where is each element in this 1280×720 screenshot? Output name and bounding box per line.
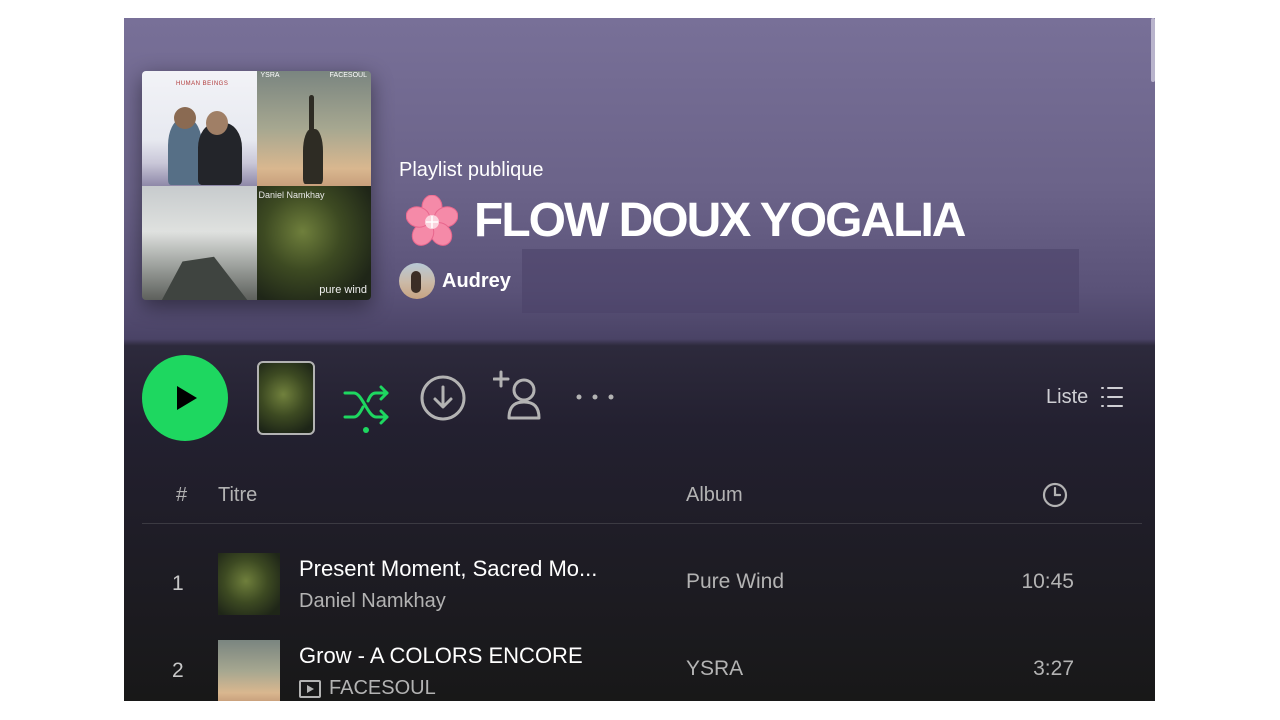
track-thumbnail — [218, 553, 280, 615]
play-button[interactable] — [142, 355, 228, 441]
track-number: 1 — [172, 572, 184, 595]
cover-person-head — [206, 111, 228, 135]
cover-tile-1: HUMAN BEINGS — [142, 71, 257, 186]
cover-tile-2-right-text: FACESOUL — [329, 72, 367, 79]
view-toggle[interactable]: Liste — [1046, 385, 1124, 409]
shuffle-active-dot — [363, 427, 369, 433]
track-thumbnail — [218, 640, 280, 701]
track-duration: 10:45 — [1021, 570, 1074, 593]
header-title[interactable]: Titre — [218, 484, 257, 507]
cover-tile-2: YSRA FACESOUL — [256, 71, 371, 186]
cover-mountain — [160, 256, 250, 300]
header-number: # — [176, 484, 188, 506]
tracklist-header: # Titre Album — [142, 478, 1142, 524]
shuffle-icon — [343, 385, 389, 424]
cover-tile-3 — [142, 185, 257, 300]
cover-tile-4: Daniel Namkhay pure wind — [256, 185, 371, 300]
playlist-title-row: FLOW DOUX YOGALIA — [405, 193, 966, 248]
hero-overlay-panel — [522, 249, 1079, 313]
track-title[interactable]: Present Moment, Sacred Mo... — [299, 556, 597, 582]
clock-icon[interactable] — [1042, 482, 1068, 514]
track-artist[interactable]: Daniel Namkhay — [299, 590, 446, 613]
owner-name[interactable]: Audrey — [442, 270, 511, 293]
play-icon — [177, 386, 197, 410]
playlist-owner[interactable]: Audrey — [399, 263, 511, 299]
cover-person-head — [174, 107, 196, 129]
header-album[interactable]: Album — [686, 484, 743, 507]
cover-tile-2-left-text: YSRA — [260, 72, 280, 79]
cover-figure — [302, 129, 323, 184]
track-album[interactable]: Pure Wind — [686, 570, 784, 594]
playlist-type-label: Playlist publique — [399, 159, 544, 181]
track-artist-name[interactable]: FACESOUL — [329, 677, 436, 700]
cover-figure-arm — [308, 95, 314, 133]
video-icon — [299, 679, 321, 698]
playlist-cover[interactable]: HUMAN BEINGS YSRA FACESOUL Daniel Namkha… — [142, 71, 371, 300]
track-artist-name[interactable]: Daniel Namkhay — [299, 590, 446, 613]
scrollbar-thumb[interactable] — [1151, 18, 1155, 82]
playlist-title: FLOW DOUX YOGALIA — [474, 194, 966, 247]
spotify-playlist-view: HUMAN BEINGS YSRA FACESOUL Daniel Namkha… — [124, 18, 1155, 701]
cover-tile-4-bottom-text: pure wind — [319, 284, 367, 296]
playlist-mini-cover[interactable] — [257, 361, 315, 435]
track-row[interactable]: 2 Grow - A COLORS ENCORE FACESOUL YSRA 3… — [142, 637, 1142, 701]
more-icon — [576, 394, 614, 400]
track-title[interactable]: Grow - A COLORS ENCORE — [299, 643, 583, 669]
track-album[interactable]: YSRA — [686, 657, 743, 681]
more-options-button[interactable] — [574, 387, 618, 407]
cover-tile-4-top-text: Daniel Namkhay — [258, 189, 325, 200]
add-user-icon — [492, 370, 541, 420]
view-toggle-label[interactable]: Liste — [1046, 386, 1088, 409]
download-button[interactable] — [419, 374, 467, 422]
add-user-button[interactable] — [492, 370, 547, 422]
track-row[interactable]: 1 Present Moment, Sacred Mo... Daniel Na… — [142, 550, 1142, 620]
cherry-blossom-icon — [405, 194, 459, 247]
download-icon — [420, 375, 466, 421]
track-number: 2 — [172, 659, 184, 682]
owner-avatar[interactable] — [399, 263, 435, 299]
list-icon — [1101, 387, 1124, 407]
track-duration: 3:27 — [1033, 657, 1074, 680]
shuffle-button[interactable] — [342, 375, 392, 437]
track-artist[interactable]: FACESOUL — [299, 677, 436, 700]
cover-tile-1-text: HUMAN BEINGS — [176, 81, 229, 87]
